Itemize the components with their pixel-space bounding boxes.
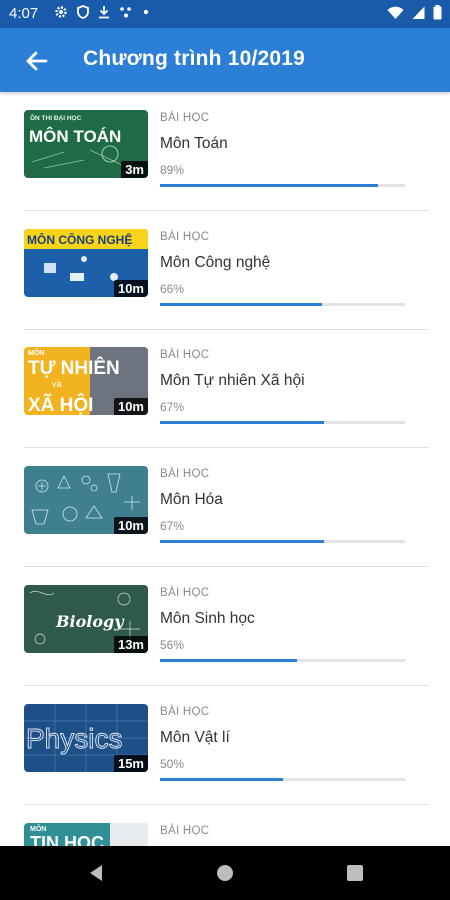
lesson-kind-label: BÀI HỌC [160, 349, 210, 361]
thumb-text-main: Biology [55, 612, 125, 631]
lesson-percent: 50% [160, 757, 185, 771]
wifi-icon [387, 6, 404, 19]
duration-badge: 10m [113, 280, 148, 297]
duration-badge: 13m [113, 636, 148, 653]
informatics-image: MÔN TIN HỌC [24, 823, 148, 846]
duration-badge: 15m [113, 755, 148, 772]
lesson-item-tin-hoc[interactable]: MÔN TIN HỌC BÀI HỌC [0, 805, 450, 846]
status-time: 4:07 [9, 5, 39, 22]
lesson-thumbnail: Physics 15m [24, 704, 148, 772]
lesson-thumbnail: 10m [24, 466, 148, 534]
lesson-percent: 66% [160, 282, 185, 296]
download-icon [99, 6, 109, 19]
progress-fill [160, 659, 298, 662]
lesson-kind-label: BÀI HỌC [160, 468, 210, 480]
thumb-text-main: MÔN TOÁN [29, 127, 121, 146]
lesson-kind-label: BÀI HỌC [160, 112, 210, 124]
status-bar: 4:07 [0, 0, 450, 28]
lesson-item-hoa[interactable]: 10m BÀI HỌC Môn Hóa 67% [0, 448, 450, 567]
lesson-thumbnail: Biology 13m [24, 585, 148, 653]
progress-fill [160, 421, 325, 424]
network-icon [120, 7, 131, 18]
status-notification-icons [54, 5, 150, 19]
lesson-thumbnail: MÔN TỰ NHIÊN và XÃ HỘI 10m [24, 347, 148, 415]
progress-fill [160, 540, 325, 543]
lesson-item-sinh-hoc[interactable]: Biology 13m BÀI HỌC Môn Sinh học 56% [0, 567, 450, 686]
nav-back-icon[interactable] [86, 863, 106, 883]
lesson-title: Môn Sinh học [160, 610, 255, 627]
lesson-thumbnail: MÔN TIN HỌC [24, 823, 148, 846]
progress-fill [160, 184, 379, 187]
duration-badge: 3m [121, 161, 148, 178]
back-button[interactable] [22, 46, 52, 76]
lesson-item-toan[interactable]: ÔN THI ĐẠI HỌC MÔN TOÁN 3m BÀI HỌC Môn T… [0, 92, 450, 211]
thumb-text-main: TỰ NHIÊN [28, 357, 120, 379]
lesson-item-cong-nghe[interactable]: MÔN CÔNG NGHỆ 10m BÀI HỌC Môn Công nghệ … [0, 211, 450, 330]
lesson-kind-label: BÀI HỌC [160, 587, 210, 599]
lesson-title: Môn Toán [160, 135, 228, 152]
page-title: Chương trình 10/2019 [83, 47, 306, 70]
arrow-left-icon [26, 51, 48, 71]
duration-badge: 10m [113, 517, 148, 534]
duration-badge: 10m [113, 398, 148, 415]
progress-bar [160, 540, 405, 543]
lesson-percent: 89% [160, 163, 185, 177]
app-bar: Chương trình 10/2019 [0, 28, 450, 92]
progress-bar [160, 303, 405, 306]
lesson-title: Môn Hóa [160, 491, 223, 508]
lesson-item-tu-nhien-xa-hoi[interactable]: MÔN TỰ NHIÊN và XÃ HỘI 10m BÀI HỌC Môn T… [0, 329, 450, 448]
thumb-text-main: Physics [26, 723, 122, 754]
lesson-item-vat-li[interactable]: Physics 15m BÀI HỌC Môn Vật lí 50% [0, 686, 450, 805]
shield-icon [77, 5, 89, 19]
progress-fill [160, 303, 322, 306]
lesson-title: Môn Vật lí [160, 729, 230, 746]
nav-home-icon[interactable] [216, 864, 234, 882]
thumb-text-top: MÔN [28, 348, 44, 357]
progress-bar [160, 659, 405, 662]
thumb-text-mid: và [52, 379, 62, 389]
lesson-title: Môn Công nghệ [160, 254, 271, 271]
thumb-text-top: MÔN [30, 824, 46, 833]
progress-bar [160, 421, 405, 424]
signal-icon [412, 6, 425, 19]
lesson-kind-label: BÀI HỌC [160, 825, 210, 837]
lesson-list: ÔN THI ĐẠI HỌC MÔN TOÁN 3m BÀI HỌC Môn T… [0, 92, 450, 846]
lesson-percent: 56% [160, 638, 185, 652]
progress-bar [160, 778, 405, 781]
thumb-text-main: MÔN CÔNG NGHỆ [27, 232, 132, 247]
system-nav-bar [0, 846, 450, 900]
lesson-kind-label: BÀI HỌC [160, 231, 210, 243]
lesson-kind-label: BÀI HỌC [160, 706, 210, 718]
lesson-percent: 67% [160, 519, 185, 533]
progress-fill [160, 778, 283, 781]
battery-icon [433, 5, 442, 20]
dot-icon [143, 9, 149, 15]
lesson-thumbnail: ÔN THI ĐẠI HỌC MÔN TOÁN 3m [24, 110, 148, 178]
thumb-text-top: ÔN THI ĐẠI HỌC [30, 113, 82, 122]
progress-bar [160, 184, 405, 187]
thumb-text-bottom: XÃ HỘI [28, 394, 93, 415]
nav-recents-icon[interactable] [346, 864, 364, 882]
lesson-thumbnail: MÔN CÔNG NGHỆ 10m [24, 229, 148, 297]
status-system-icons [387, 5, 442, 20]
gear-icon [55, 6, 67, 18]
thumb-text-main: TIN HỌC [30, 833, 104, 846]
lesson-percent: 67% [160, 400, 185, 414]
lesson-title: Môn Tự nhiên Xã hội [160, 372, 305, 389]
